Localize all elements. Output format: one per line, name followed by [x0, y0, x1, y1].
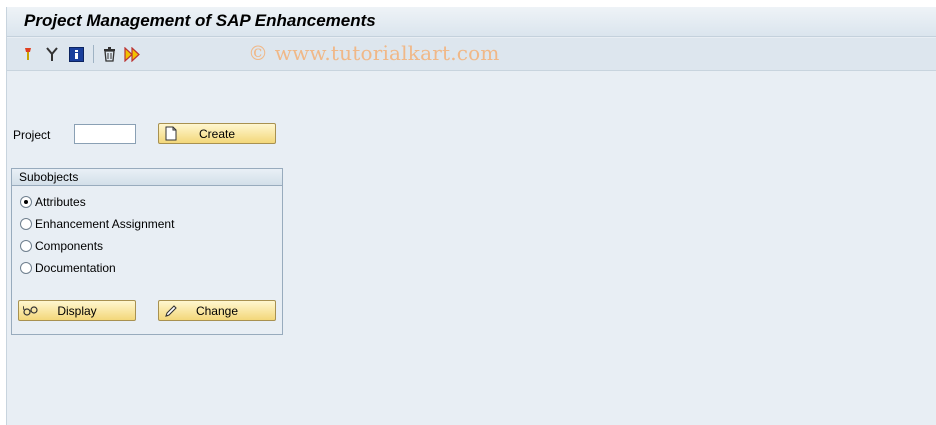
subobjects-group: Subobjects Attributes Enhancement Assign…: [11, 168, 283, 335]
radio-label: Enhancement Assignment: [35, 217, 175, 231]
radio-attributes[interactable]: Attributes: [20, 194, 86, 210]
application-toolbar: © www.tutorialkart.com: [7, 38, 936, 71]
page-title: Project Management of SAP Enhancements: [24, 11, 376, 30]
watermark: © www.tutorialkart.com: [248, 41, 500, 65]
info-icon[interactable]: [67, 45, 85, 63]
radio-button[interactable]: [20, 196, 32, 208]
where-used-icon[interactable]: [43, 45, 61, 63]
project-label: Project: [13, 128, 51, 142]
radio-label: Components: [35, 239, 104, 253]
create-button-label: Create: [198, 127, 236, 141]
change-button[interactable]: Change: [158, 300, 276, 321]
activate-icon[interactable]: [124, 45, 142, 63]
radio-documentation[interactable]: Documentation: [20, 260, 116, 276]
radio-label: Documentation: [35, 261, 116, 275]
sap-window: Project Management of SAP Enhancements ©…: [6, 7, 936, 425]
subobjects-header: Subobjects: [12, 169, 282, 186]
radio-enhancement-assignment[interactable]: Enhancement Assignment: [20, 216, 174, 232]
radio-button[interactable]: [20, 218, 32, 230]
project-input[interactable]: [74, 124, 136, 144]
title-bar: Project Management of SAP Enhancements: [7, 7, 936, 37]
toolbar-separator: [93, 45, 94, 63]
delete-icon[interactable]: [100, 45, 118, 63]
radio-button[interactable]: [20, 262, 32, 274]
radio-components[interactable]: Components: [20, 238, 103, 254]
radio-button[interactable]: [20, 240, 32, 252]
display-button-label: Display: [57, 304, 97, 318]
subobjects-title: Subobjects: [19, 170, 79, 184]
display-button[interactable]: Display: [18, 300, 136, 321]
other-object-icon[interactable]: [19, 45, 37, 63]
radio-label: Attributes: [35, 195, 86, 209]
create-button[interactable]: Create: [158, 123, 276, 144]
change-button-label: Change: [195, 304, 239, 318]
